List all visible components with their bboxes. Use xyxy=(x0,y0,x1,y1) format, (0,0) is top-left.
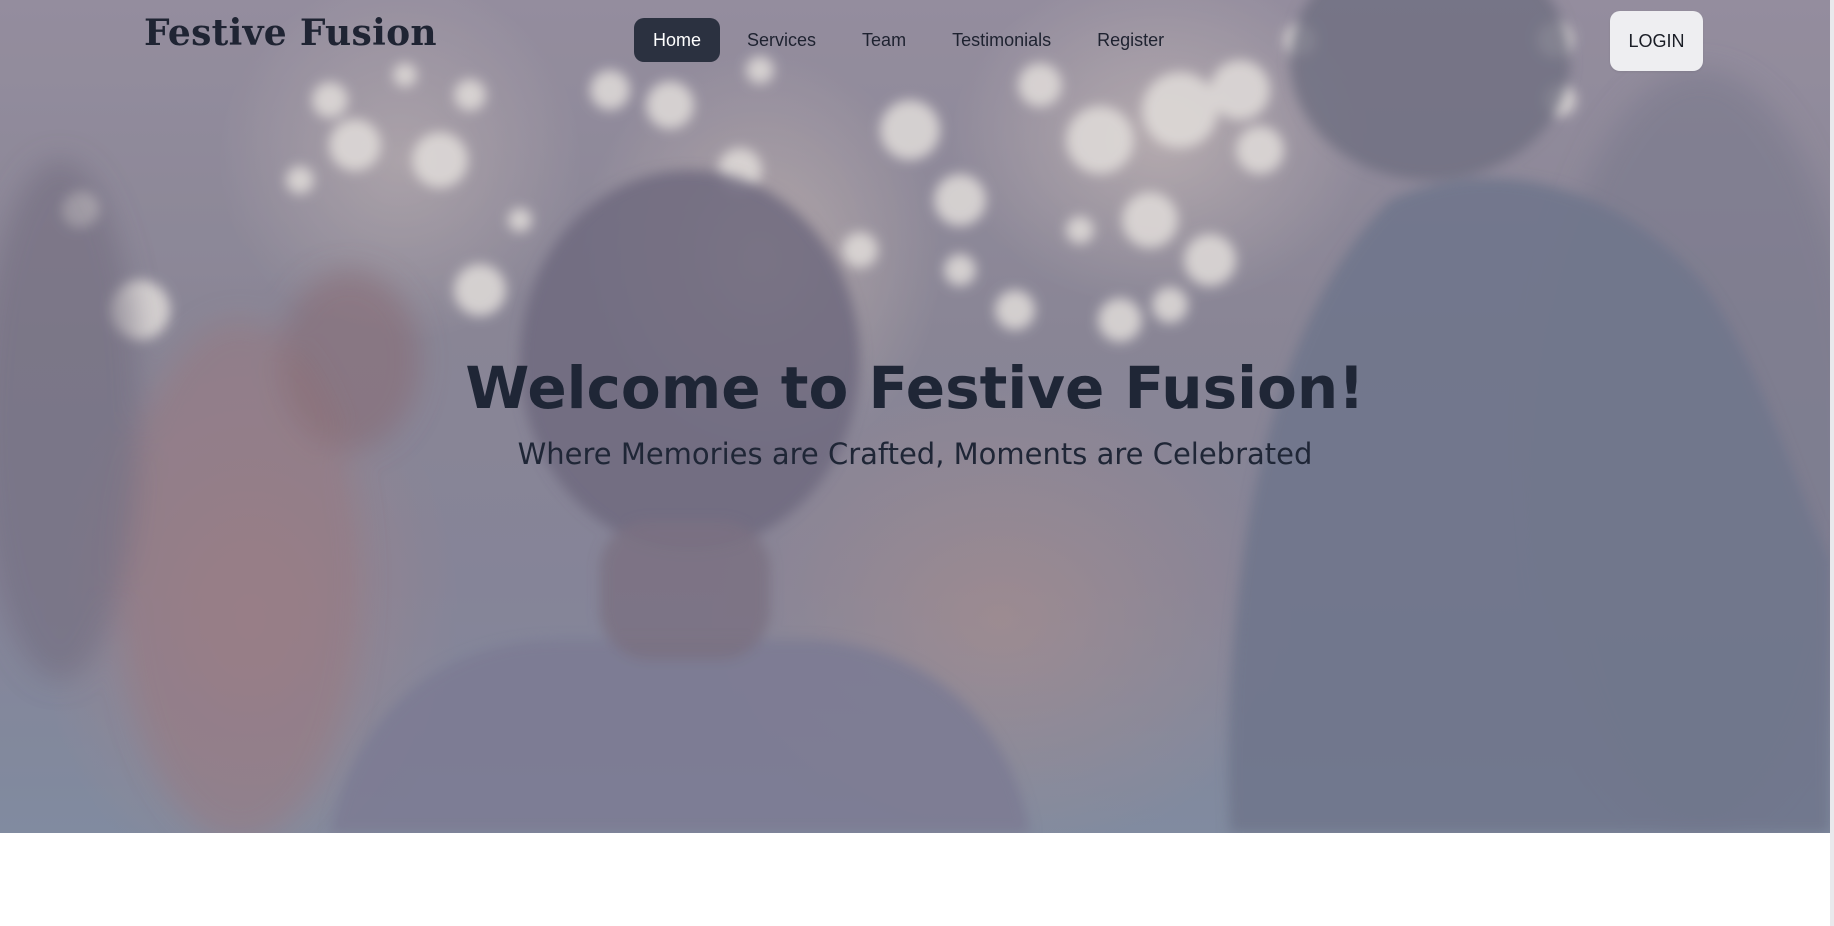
hero-title: Welcome to Festive Fusion! xyxy=(465,354,1365,422)
hero-section: Festive Fusion Home Services Team Testim… xyxy=(0,0,1830,833)
hero-subtitle: Where Memories are Crafted, Moments are … xyxy=(517,437,1313,471)
page: Festive Fusion Home Services Team Testim… xyxy=(0,0,1834,926)
nav-team[interactable]: Team xyxy=(843,18,925,62)
nav-services[interactable]: Services xyxy=(728,18,835,62)
scrollbar-track[interactable] xyxy=(1830,0,1834,926)
content-area xyxy=(0,833,1830,926)
login-button[interactable]: LOGIN xyxy=(1610,11,1703,71)
brand-logo[interactable]: Festive Fusion xyxy=(144,12,437,54)
nav-register[interactable]: Register xyxy=(1078,18,1183,62)
nav-testimonials[interactable]: Testimonials xyxy=(933,18,1070,62)
nav-home[interactable]: Home xyxy=(634,18,721,62)
main-nav: Home Services Team Testimonials Register xyxy=(634,18,1183,62)
